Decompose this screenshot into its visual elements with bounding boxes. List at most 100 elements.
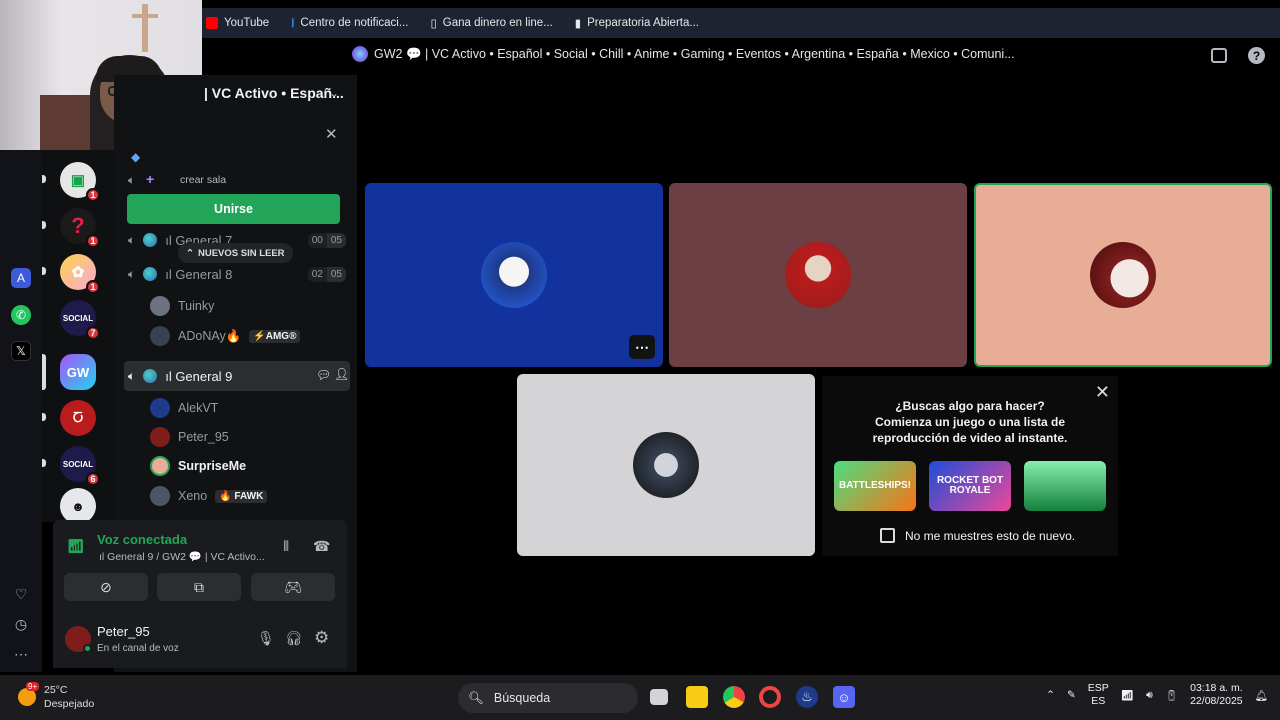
bookmarks-bar: YouTube ⅰ Centro de notificaci... ▯ Gana… [202,8,1280,38]
clan-tag: ⚡AMG® [249,329,301,343]
bookmark-earn-money[interactable]: ▯ Gana dinero en line... [430,16,552,30]
bookmark-preparatoria[interactable]: ▮ Preparatoria Abierta... [575,16,699,30]
help-icon[interactable]: ? [1248,47,1265,64]
server-icon-1[interactable]: ▣ 1 [60,162,100,202]
clock[interactable]: 03:18 a. m. 22/08/2025 [1190,682,1243,708]
inbox-icon[interactable] [1211,48,1227,63]
taskbar-search[interactable]: 🔍︎ Búsqueda [458,683,638,713]
gamepad-icon: 🎮︎ [284,578,302,595]
bookmark-label: Centro de notificaci... [300,17,409,29]
chevron-up-icon[interactable]: ⌃ [1046,689,1055,701]
globe-icon [143,267,158,281]
bookmark-youtube[interactable]: YouTube [206,17,269,29]
voice-connected-label[interactable]: Voz conectada [97,532,187,547]
history-icon[interactable]: ◷ [11,614,31,634]
dont-show-again[interactable]: No me muestres esto de nuevo. [880,528,1075,543]
weather-widget[interactable]: 9+ 25°C Despejado [18,682,94,711]
game-rocket-bot-royale[interactable]: ROCKET BOT ROYALE [929,461,1011,511]
bookmark-notifications[interactable]: ⅰ Centro de notificaci... [291,16,408,30]
noise-suppression-icon[interactable]: ⦀ [283,538,289,555]
mention-badge: 1 [86,188,100,202]
server-icon-6[interactable]: Ⴀ [60,400,96,436]
wifi-icon[interactable]: 📶︎ [1121,689,1134,702]
activity-title: ¿Buscas algo para hacer? [895,399,1045,413]
user-panel: Peter_95 En el canal de voz 🎙︎ 🎧︎ ⚙ [53,610,347,668]
taskbar: 9+ 25°C Despejado 🔍︎ Búsqueda ♨ ☺ ⌃ ✎ ES… [0,675,1280,720]
mention-badge: 7 [86,326,100,340]
voice-user[interactable]: ADoNAy🔥 ⚡AMG® [150,323,301,349]
server-icon-2[interactable]: ? 1 [60,208,100,248]
globe-icon [143,233,158,247]
more-options-button[interactable]: ⋯ [629,335,655,359]
settings-icon[interactable]: ⚙ [314,628,329,648]
unread-pill-label: NUEVOS SIN LEER [197,247,285,259]
opera-icon[interactable] [759,686,781,708]
microphone-icon[interactable]: 🎙︎ [257,630,275,647]
close-icon[interactable]: ✕ [325,125,338,143]
voice-channel-path[interactable]: ıl General 9 / GW2 💬 | VC Activo... [99,550,265,563]
activities-button[interactable]: 🎮︎ [251,573,335,601]
camera-toggle-button[interactable]: ⊘ [64,573,148,601]
globe-icon [143,369,158,383]
voice-channel-general-8[interactable]: 🔈︎ ıl General 8 02 05 [124,260,350,288]
pen-icon[interactable]: ✎ [1067,689,1076,701]
discord-icon[interactable]: ☺ [833,686,855,708]
chat-icon[interactable]: 💬︎ [316,368,331,382]
server-icon-4[interactable]: SOCIAL 7 [60,300,100,340]
aria-icon[interactable]: A [11,268,31,288]
game-third[interactable] [1024,461,1106,511]
user-name: AlekVT [178,401,219,415]
video-tile-2[interactable] [669,183,967,367]
headphones-icon[interactable]: 🎧︎ [285,630,303,647]
channel-name: ıl General 9 [165,368,233,384]
notification-icon[interactable]: 🔔︎ [1255,689,1268,702]
windows-start-icon[interactable] [425,686,445,706]
system-tray: ⌃ ✎ ESP ES 📶︎ 🔊︎ 🔋︎ 03:18 a. m. 22/08/2025… [1046,682,1268,708]
avatar [150,486,170,506]
chevron-down-icon[interactable]: ⌄ [329,86,339,100]
voice-user[interactable]: Xeno 🔥 FAWK [150,483,268,509]
server-icon-7[interactable]: SOCIAL 6 [60,446,100,486]
disconnect-icon[interactable]: ☎︎ [313,538,330,555]
video-tile-3-speaking[interactable] [974,183,1272,367]
bookmark-label: Preparatoria Abierta... [587,17,699,29]
voice-user[interactable]: AlekVT [150,395,218,421]
more-icon[interactable]: ⋯ [11,644,31,664]
battery-icon[interactable]: 🔋︎ [1165,689,1178,702]
selected-pip [42,354,46,390]
voice-channel-general-9[interactable]: 🔈︎ ıl General 9 💬︎ 👤︎ [124,361,350,391]
video-tile-1[interactable]: ⋯ [365,183,663,367]
game-battleships[interactable]: BATTLESHIPS! [834,461,916,511]
voice-user-speaking[interactable]: SurpriseMe [150,453,246,479]
voice-user[interactable]: Peter_95 [150,424,229,450]
voice-user[interactable]: Tuinky [150,293,214,319]
user-name[interactable]: Peter_95 [97,624,150,639]
chrome-icon[interactable] [723,686,745,708]
checkbox[interactable] [880,528,895,543]
x-icon[interactable]: 𝕏 [11,341,31,361]
avatar [481,242,547,308]
file-explorer-icon[interactable] [686,686,708,708]
task-view-icon[interactable] [650,689,668,705]
volume-icon[interactable]: 🔊︎ [1146,689,1153,702]
screen-share-button[interactable]: ⧉ [157,573,241,601]
chevron-up-icon: ⌃ [186,247,194,259]
whatsapp-icon[interactable]: ✆ [11,305,31,325]
speaker-icon: 🔈︎ [128,266,136,281]
unread-pip [42,221,46,229]
server-icon-8[interactable]: ☻ [60,488,96,524]
server-icon-3[interactable]: ✿ 1 [60,254,100,294]
server-name[interactable]: | VC Activo • Españ... [204,85,344,101]
video-tile-4[interactable] [517,374,815,556]
avatar [785,242,851,308]
game-title: ROCKET BOT ROYALE [936,475,1004,496]
info-icon: ⅰ [291,18,295,30]
join-button[interactable]: Unirse [127,194,340,224]
server-list: ▣ 1 ? 1 ✿ 1 SOCIAL 7 GW Ⴀ SOCIAL 6 ☻ [42,150,114,524]
server-icon-gw2[interactable]: GW [60,354,96,390]
heart-icon[interactable]: ♡ [11,584,31,604]
add-user-icon[interactable]: 👤︎ [334,367,349,381]
create-room-label[interactable]: crear sala [180,174,226,186]
steam-icon[interactable]: ♨ [796,686,818,708]
language-indicator[interactable]: ESP ES [1088,682,1109,708]
